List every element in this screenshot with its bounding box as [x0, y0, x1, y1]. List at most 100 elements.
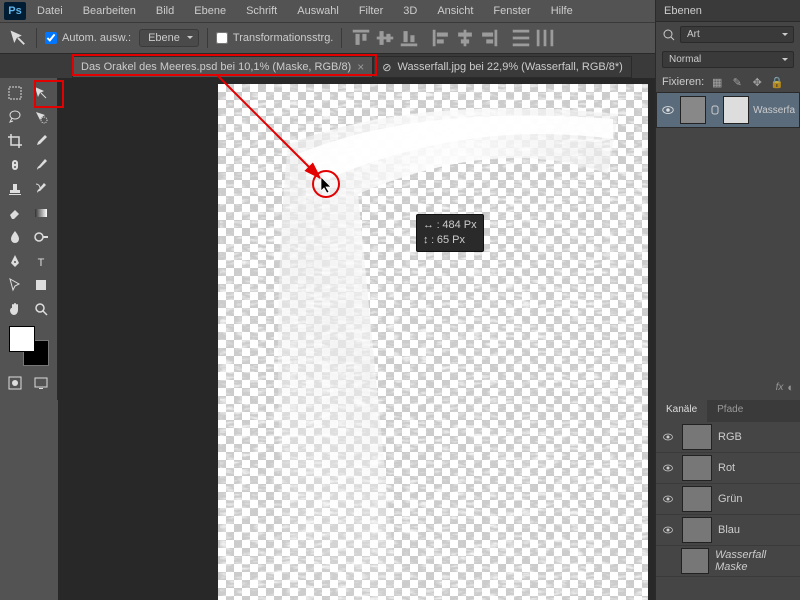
- distribute-icon[interactable]: [534, 28, 556, 48]
- mask-icon[interactable]: ◐: [787, 382, 794, 394]
- blend-mode-select[interactable]: Normal: [662, 51, 794, 68]
- stamp-tool-icon[interactable]: [3, 178, 27, 200]
- visibility-icon[interactable]: [661, 102, 676, 118]
- quickmask-icon[interactable]: [3, 372, 27, 394]
- menu-window[interactable]: Fenster: [484, 2, 539, 20]
- zoom-tool-icon[interactable]: [29, 298, 53, 320]
- paths-tab[interactable]: Pfade: [707, 400, 753, 422]
- channel-row[interactable]: RGB: [656, 422, 800, 453]
- dodge-tool-icon[interactable]: [29, 226, 53, 248]
- align-left-icon[interactable]: [430, 28, 452, 48]
- menu-select[interactable]: Auswahl: [288, 2, 348, 20]
- channel-row[interactable]: Grün: [656, 484, 800, 515]
- auto-select-checkbox[interactable]: Autom. ausw.:: [45, 32, 131, 44]
- menu-filter[interactable]: Filter: [350, 2, 392, 20]
- menu-view[interactable]: Ansicht: [428, 2, 482, 20]
- align-vcenter-icon[interactable]: [374, 28, 396, 48]
- brush-tool-icon[interactable]: [29, 154, 53, 176]
- color-swatches[interactable]: [9, 326, 49, 366]
- layer-group-select[interactable]: Ebene: [139, 29, 199, 47]
- eyedropper-tool-icon[interactable]: [29, 130, 53, 152]
- move-tooltip: ↔ : 484 Px ↕ : 65 Px: [416, 214, 484, 252]
- close-tab-icon[interactable]: ×: [357, 60, 364, 74]
- separator: [341, 28, 342, 48]
- hand-tool-icon[interactable]: [3, 298, 27, 320]
- menu-help[interactable]: Hilfe: [542, 2, 582, 20]
- menu-type[interactable]: Schrift: [237, 2, 286, 20]
- lock-all-icon[interactable]: 🔒: [770, 75, 784, 89]
- eraser-tool-icon[interactable]: [3, 202, 27, 224]
- pen-tool-icon[interactable]: [3, 250, 27, 272]
- menu-layer[interactable]: Ebene: [185, 2, 235, 20]
- channel-thumbnail: [682, 424, 712, 450]
- quick-select-tool-icon[interactable]: [29, 106, 53, 128]
- layer-filter-select[interactable]: Art: [680, 26, 794, 43]
- canvas-area[interactable]: ↔ : 484 Px ↕ : 65 Px: [58, 78, 655, 600]
- screenmode-icon[interactable]: [29, 372, 53, 394]
- lock-transparency-icon[interactable]: ▦: [710, 75, 724, 89]
- type-tool-icon[interactable]: T: [29, 250, 53, 272]
- channel-row[interactable]: Rot: [656, 453, 800, 484]
- gradient-tool-icon[interactable]: [29, 202, 53, 224]
- healing-tool-icon[interactable]: [3, 154, 27, 176]
- channel-name: RGB: [718, 431, 742, 443]
- search-icon: [662, 28, 676, 42]
- channels-panel: Kanäle Pfade RGB Rot Grün Blau Wasserfal…: [656, 400, 800, 600]
- layer-mask-thumbnail[interactable]: [723, 96, 749, 124]
- doc-unsaved-icon: ⊘: [382, 61, 391, 74]
- visibility-icon[interactable]: [660, 491, 676, 507]
- lock-pixels-icon[interactable]: ✎: [730, 75, 744, 89]
- tooltip-height: 65 Px: [437, 234, 465, 246]
- visibility-icon[interactable]: [660, 553, 675, 569]
- foreground-color-swatch[interactable]: [9, 326, 35, 352]
- separator: [36, 28, 37, 48]
- align-bottom-icon[interactable]: [398, 28, 420, 48]
- crop-tool-icon[interactable]: [3, 130, 27, 152]
- path-select-tool-icon[interactable]: [3, 274, 27, 296]
- link-icon: [710, 103, 719, 117]
- separator: [207, 28, 208, 48]
- menu-image[interactable]: Bild: [147, 2, 183, 20]
- auto-select-input[interactable]: [45, 32, 57, 44]
- channel-thumbnail: [682, 486, 712, 512]
- layer-row[interactable]: Wasserfa: [656, 92, 800, 128]
- channel-thumbnail: [682, 455, 712, 481]
- layer-thumbnail[interactable]: [680, 96, 706, 124]
- app-logo: Ps: [4, 2, 26, 20]
- lock-position-icon[interactable]: ✥: [750, 75, 764, 89]
- blur-tool-icon[interactable]: [3, 226, 27, 248]
- visibility-icon[interactable]: [660, 460, 676, 476]
- menu-file[interactable]: Datei: [28, 2, 72, 20]
- menu-edit[interactable]: Bearbeiten: [74, 2, 145, 20]
- transform-controls-input[interactable]: [216, 32, 228, 44]
- visibility-icon[interactable]: [660, 429, 676, 445]
- distribute-icon[interactable]: [510, 28, 532, 48]
- channel-name: Rot: [718, 462, 735, 474]
- align-right-icon[interactable]: [478, 28, 500, 48]
- channel-row[interactable]: Blau: [656, 515, 800, 546]
- tooltip-width: 484 Px: [442, 219, 476, 231]
- history-brush-tool-icon[interactable]: [29, 178, 53, 200]
- layers-footer: fx ◐: [776, 382, 794, 394]
- channel-name: Wasserfall Maske: [715, 549, 796, 573]
- transform-controls-checkbox[interactable]: Transformationsstrg.: [216, 32, 333, 44]
- lock-row: Fixieren: ▦ ✎ ✥ 🔒: [656, 72, 800, 92]
- align-top-icon[interactable]: [350, 28, 372, 48]
- menu-3d[interactable]: 3D: [394, 2, 426, 20]
- tooltip-width-icon: ↔: [423, 219, 434, 231]
- document-tab-active[interactable]: Das Orakel des Meeres.psd bei 10,1% (Mas…: [72, 56, 373, 78]
- lasso-tool-icon[interactable]: [3, 106, 27, 128]
- document-tab-label: Wasserfall.jpg bei 22,9% (Wasserfall, RG…: [397, 61, 622, 73]
- lock-label: Fixieren:: [662, 76, 704, 88]
- marquee-tool-icon[interactable]: [3, 82, 27, 104]
- move-tool-icon[interactable]: [29, 82, 53, 104]
- layers-panel-tab[interactable]: Ebenen: [656, 0, 800, 22]
- visibility-icon[interactable]: [660, 522, 676, 538]
- align-hcenter-icon[interactable]: [454, 28, 476, 48]
- channels-tab[interactable]: Kanäle: [656, 400, 707, 422]
- transparency-checker: [218, 84, 648, 600]
- fx-icon[interactable]: fx: [776, 382, 784, 394]
- channel-row[interactable]: Wasserfall Maske: [656, 546, 800, 577]
- shape-tool-icon[interactable]: [29, 274, 53, 296]
- document-tab[interactable]: ⊘ Wasserfall.jpg bei 22,9% (Wasserfall, …: [373, 56, 632, 78]
